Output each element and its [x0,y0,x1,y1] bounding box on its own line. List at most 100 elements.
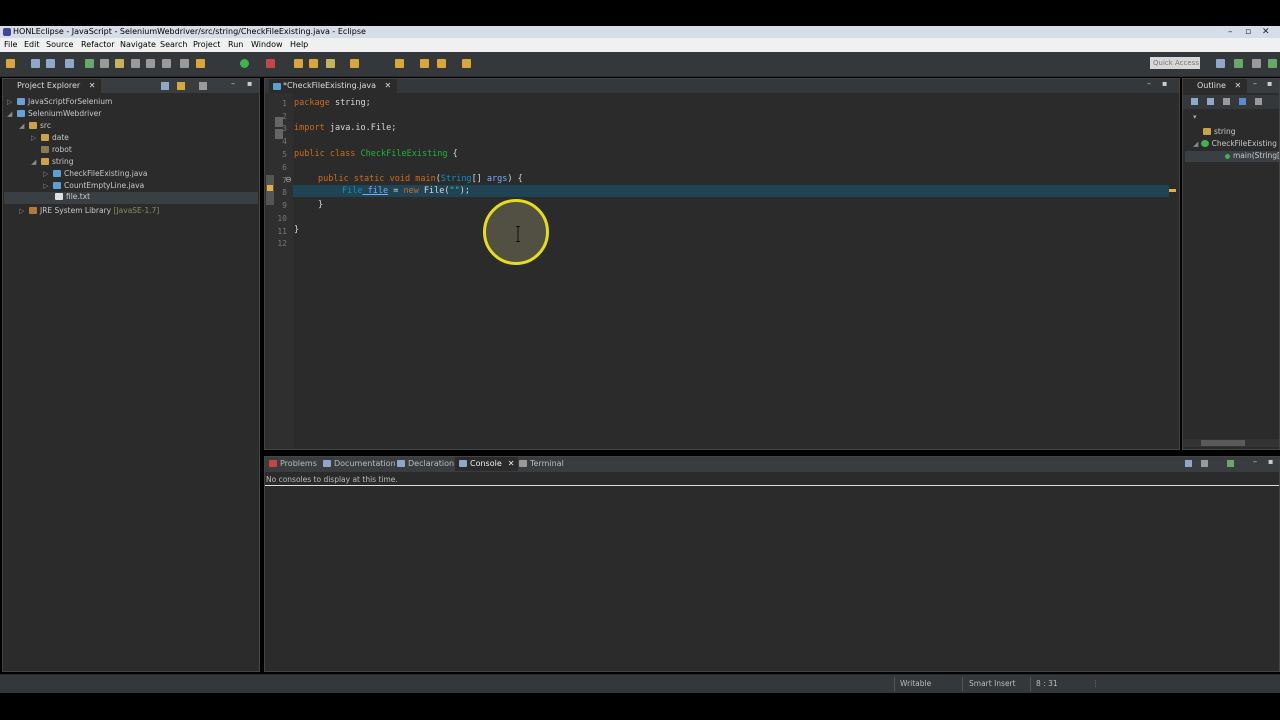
menu-source[interactable]: Source [46,40,73,49]
new-icon[interactable] [6,59,15,68]
maximize-view-icon[interactable]: ▪ [1268,457,1273,466]
collapse-icon[interactable]: ◢ [7,110,17,118]
minimize-view-icon[interactable]: – [1253,457,1257,466]
expand-icon[interactable]: ▷ [7,98,17,106]
quick-access-input[interactable]: Quick Access [1150,57,1200,69]
hide-static-icon[interactable] [1223,98,1230,105]
run-icon[interactable] [240,59,249,68]
new-class-icon[interactable] [309,59,318,68]
pin-console-icon[interactable] [1227,460,1234,467]
tree-item-project[interactable]: ◢ SeleniumWebdriver [7,109,101,118]
close-tab-icon[interactable]: ✕ [385,81,392,90]
outline-item-method-selected[interactable]: main(String[] [1185,151,1280,162]
tree-item-library[interactable]: ▷ JRE System Library [JavaSE-1.7] [19,206,159,215]
maximize-view-icon[interactable]: ▪ [1162,79,1167,88]
problems-icon [269,460,277,467]
expand-icon[interactable]: ▷ [43,182,53,190]
minimize-view-icon[interactable]: – [1253,79,1257,88]
toggle-icon[interactable] [100,59,109,68]
scrollbar-thumb[interactable] [1201,440,1245,446]
tab-problems[interactable]: Problems [269,457,317,471]
build-icon[interactable] [115,59,124,68]
maximize-view-icon[interactable]: ▪ [247,79,252,88]
tab-documentation[interactable]: Documentation [323,457,396,471]
collapse-icon[interactable]: ◢ [19,122,29,130]
sort-icon[interactable] [1191,98,1198,105]
pen-icon[interactable] [326,59,335,68]
tab-project-explorer[interactable]: Project Explorer ✕ [3,79,102,93]
horizontal-scrollbar[interactable] [1183,439,1279,447]
tab-console[interactable]: Console ✕ [455,457,519,471]
overview-ruler-marker[interactable] [1169,189,1176,192]
expand-icon[interactable]: ▷ [19,207,29,215]
minimize-icon[interactable]: – [1228,27,1233,37]
hide-local-icon[interactable] [1255,98,1262,105]
collapse-icon[interactable]: ◢ [1193,140,1201,148]
maximize-icon[interactable]: ▫ [1245,27,1251,37]
tab-declaration[interactable]: Declaration [397,457,454,471]
tree-item-package[interactable]: robot [31,145,72,154]
perspective-icon[interactable] [1268,59,1277,68]
tree-item-package[interactable]: ▷ date [31,133,69,142]
close-tab-icon[interactable]: ✕ [89,81,96,90]
status-menu-icon[interactable]: ⋮ [1092,679,1100,688]
collapse-icon[interactable]: ◢ [31,158,41,166]
menu-navigate[interactable]: Navigate [120,40,156,49]
open-console-icon[interactable] [1201,460,1208,467]
menu-edit[interactable]: Edit [24,40,40,49]
annotation-icon[interactable] [395,59,404,68]
minimize-view-icon[interactable]: – [231,79,235,88]
collapse-all-icon[interactable] [161,82,169,90]
close-tab-icon[interactable]: ✕ [1235,81,1242,90]
outline-item-package[interactable]: string [1203,127,1236,136]
tree-item-selected[interactable]: file.txt [4,192,258,204]
hide-fields-icon[interactable] [1207,98,1214,105]
outline-item-class[interactable]: ◢ CheckFileExisting [1193,139,1277,148]
tree-item-project[interactable]: ▷ JavaScriptForSelenium [7,97,112,106]
hide-nonpublic-icon[interactable] [1239,98,1246,105]
java-perspective-icon[interactable] [1234,59,1243,68]
external-tools-icon[interactable] [266,59,275,68]
menu-search[interactable]: Search [160,40,187,49]
back-icon[interactable] [420,59,429,68]
print-icon[interactable] [65,59,74,68]
forward-icon[interactable] [462,59,471,68]
tree-item-file[interactable]: ▷ CheckFileExisting.java [43,169,147,178]
debug-perspective-icon[interactable] [1252,59,1261,68]
format-icon[interactable] [162,59,171,68]
open-type-icon[interactable] [350,59,359,68]
new-package-icon[interactable] [294,59,303,68]
open-perspective-icon[interactable] [1216,59,1225,68]
debug-icon[interactable] [196,59,205,68]
tab-terminal[interactable]: Terminal [519,457,564,471]
debug-skip-icon[interactable] [85,59,94,68]
save-all-icon[interactable] [46,59,55,68]
menu-project[interactable]: Project [193,40,220,49]
save-icon[interactable] [31,59,40,68]
menu-run[interactable]: Run [228,40,243,49]
tab-editor-file[interactable]: *CheckFileExisting.java ✕ [269,79,398,93]
display-console-icon[interactable] [1185,460,1192,467]
close-icon[interactable]: ✕ [1262,27,1270,37]
mark-icon[interactable] [131,59,140,68]
tree-item-folder[interactable]: ◢ src [19,121,51,130]
tree-item-package[interactable]: ◢ string [31,157,74,166]
expand-icon[interactable]: ▷ [43,170,53,178]
tree-item-file[interactable]: ▷ CountEmptyLine.java [43,181,144,190]
block-icon[interactable] [146,59,155,68]
search-icon[interactable] [180,59,189,68]
expand-icon[interactable]: ▷ [31,134,41,142]
nav-back-icon[interactable] [437,59,446,68]
tab-outline[interactable]: Outline ✕ [1183,79,1248,93]
menu-refactor[interactable]: Refactor [81,40,115,49]
minimize-view-icon[interactable]: – [1147,79,1151,88]
close-tab-icon[interactable]: ✕ [508,459,515,468]
code-editor[interactable]: *CheckFileExisting.java ✕ – ▪ ⊖ 1 2 3 4 … [264,78,1180,450]
view-menu-icon[interactable] [199,82,207,90]
view-menu-icon[interactable]: ▾ [1193,113,1197,121]
menu-window[interactable]: Window [251,40,283,49]
link-editor-icon[interactable] [177,82,185,90]
maximize-view-icon[interactable]: ▪ [1267,79,1272,88]
menu-help[interactable]: Help [290,40,308,49]
menu-file[interactable]: File [4,40,17,49]
